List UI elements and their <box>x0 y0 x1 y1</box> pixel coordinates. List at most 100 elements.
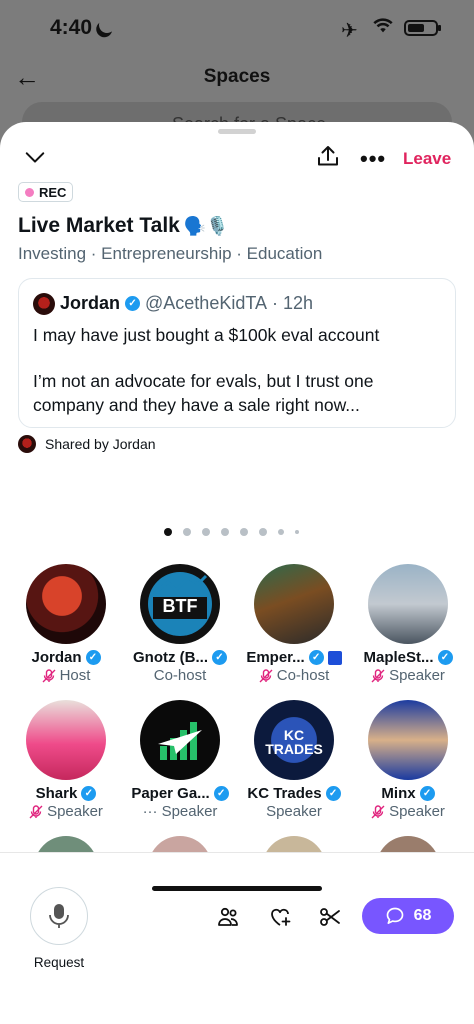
avatar-logo-text: KC TRADES <box>265 727 323 757</box>
request-button[interactable] <box>30 887 88 945</box>
verified-badge-icon: ✓ <box>81 786 97 801</box>
recording-dot-icon <box>25 187 34 197</box>
participant-role-row: Speaker <box>9 803 123 820</box>
participant-jordan[interactable]: Jordan ✓ Host <box>9 564 123 684</box>
participant-paper-gains[interactable]: Paper Ga... ✓ ··· Speaker <box>123 700 237 820</box>
avatar[interactable] <box>262 836 326 852</box>
battery-icon <box>404 20 441 36</box>
paper-plane-logo-icon <box>158 722 202 760</box>
request-label: Request <box>33 955 85 970</box>
participant-name: Minx <box>381 785 416 802</box>
participant-name-row: Emper... ✓ <box>237 649 351 666</box>
participant-role-row: ··· Speaker <box>123 803 237 820</box>
space-topics: Investing · Entrepreneurship · Education <box>18 244 323 263</box>
pager-dot[interactable] <box>183 528 191 536</box>
share-icon[interactable] <box>316 144 340 168</box>
participant-role: Speaker <box>389 667 445 684</box>
avatar[interactable] <box>26 700 106 780</box>
shared-by-label: Shared by Jordan <box>45 436 156 452</box>
avatar[interactable] <box>34 836 98 852</box>
avatar[interactable] <box>140 700 220 780</box>
avatar[interactable] <box>254 564 334 644</box>
pager-dot[interactable] <box>164 528 172 536</box>
verified-badge-icon: ✓ <box>437 650 453 665</box>
participant-role: Co-host <box>276 667 330 684</box>
recording-label: REC <box>39 184 67 200</box>
tweet-author-handle: @AcetheKidTA <box>145 293 268 313</box>
participant-name: Shark <box>35 785 78 802</box>
avatar[interactable] <box>376 836 440 852</box>
participant-name-row: Minx ✓ <box>351 785 465 802</box>
avatar[interactable] <box>26 564 106 644</box>
participant-emper[interactable]: Emper... ✓ Co-host <box>237 564 351 684</box>
space-title-text: Live Market Talk <box>18 214 180 237</box>
participant-maple[interactable]: MapleSt... ✓ Speaker <box>351 564 465 684</box>
more-options-icon[interactable]: ••• <box>360 146 386 172</box>
participant-name: Emper... <box>246 649 305 666</box>
participant-kc-trades[interactable]: KC TRADES KC Trades ✓ Speaker <box>237 700 351 820</box>
tweet-text-line-1: I may have just bought a $100k eval acco… <box>33 325 380 345</box>
pager-dot[interactable] <box>295 530 299 534</box>
participant-name: MapleSt... <box>363 649 434 666</box>
mic-off-icon <box>259 668 273 683</box>
pinned-tweet-card[interactable]: Jordan ✓ @AcetheKidTA · 12h I may have j… <box>18 278 456 428</box>
status-bar: 4:40 ✈ <box>0 0 474 56</box>
participant-role: Host <box>59 667 91 684</box>
participant-name-row: Paper Ga... ✓ <box>123 785 237 802</box>
avatar[interactable] <box>148 836 212 852</box>
verified-badge-icon: ✓ <box>85 650 101 665</box>
participant-gnotz[interactable]: BTF Gnotz (B... ✓ Co-host <box>123 564 237 684</box>
verified-badge-icon: ✓ <box>308 650 324 665</box>
participant-role: Speaker <box>161 803 218 820</box>
avatar[interactable] <box>368 564 448 644</box>
tweet-header: Jordan ✓ @AcetheKidTA · 12h <box>60 293 313 314</box>
avatar[interactable]: KC TRADES <box>254 700 334 780</box>
tweet-time: · 12h <box>272 293 314 313</box>
participant-role-row: Speaker <box>351 667 465 684</box>
chat-button[interactable]: 68 <box>362 898 454 934</box>
participant-shark[interactable]: Shark ✓ Speaker <box>9 700 123 820</box>
airplane-icon: ✈ <box>341 20 358 42</box>
participant-minx[interactable]: Minx ✓ Speaker <box>351 700 465 820</box>
participant-name-row: MapleSt... ✓ <box>351 649 465 666</box>
participant-role-row: Host <box>9 667 123 684</box>
participant-name: Jordan <box>31 649 82 666</box>
space-title-emojis: 🗣️🎙️ <box>183 215 229 236</box>
participant-name-row: Shark ✓ <box>9 785 123 802</box>
home-indicator[interactable] <box>152 886 322 891</box>
sheet-grabber[interactable] <box>218 129 256 134</box>
pager-dot[interactable] <box>202 528 210 536</box>
participant-name-row: Gnotz (B... ✓ <box>123 649 237 666</box>
participant-name: KC Trades <box>247 785 322 802</box>
participant-role: Speaker <box>266 803 322 820</box>
verified-badge-icon: ✓ <box>212 650 227 665</box>
people-icon[interactable] <box>216 905 240 929</box>
mic-off-icon <box>42 668 56 683</box>
scissors-icon[interactable] <box>318 905 342 929</box>
shared-by-row: Shared by Jordan <box>18 435 156 453</box>
collapse-chevron-icon[interactable] <box>24 146 46 168</box>
leave-button[interactable]: Leave <box>403 149 451 169</box>
participant-role-row: Co-host <box>123 667 237 684</box>
avatar[interactable]: BTF <box>140 564 220 644</box>
mic-off-icon <box>371 804 385 819</box>
pager-dots[interactable] <box>164 528 299 536</box>
chat-count: 68 <box>413 907 432 924</box>
wifi-icon <box>373 18 393 33</box>
participants-next-row <box>0 834 474 852</box>
bottom-action-bar: Request 68 <box>0 852 474 1024</box>
recording-badge: REC <box>18 182 74 202</box>
heart-plus-icon[interactable] <box>268 905 292 929</box>
tweet-text: I may have just bought a $100k eval acco… <box>33 323 445 417</box>
pager-dot[interactable] <box>240 528 248 536</box>
participant-name-row: KC Trades ✓ <box>237 785 351 802</box>
pager-dot[interactable] <box>221 528 229 536</box>
speaking-dots: ··· <box>142 803 158 820</box>
pager-dot[interactable] <box>259 528 267 536</box>
participant-name: Gnotz (B... <box>133 649 208 666</box>
tweet-author-name: Jordan <box>60 293 121 313</box>
avatar[interactable] <box>368 700 448 780</box>
pager-dot[interactable] <box>278 529 284 535</box>
moon-icon <box>97 15 118 36</box>
tweet-author-avatar[interactable] <box>33 293 55 315</box>
